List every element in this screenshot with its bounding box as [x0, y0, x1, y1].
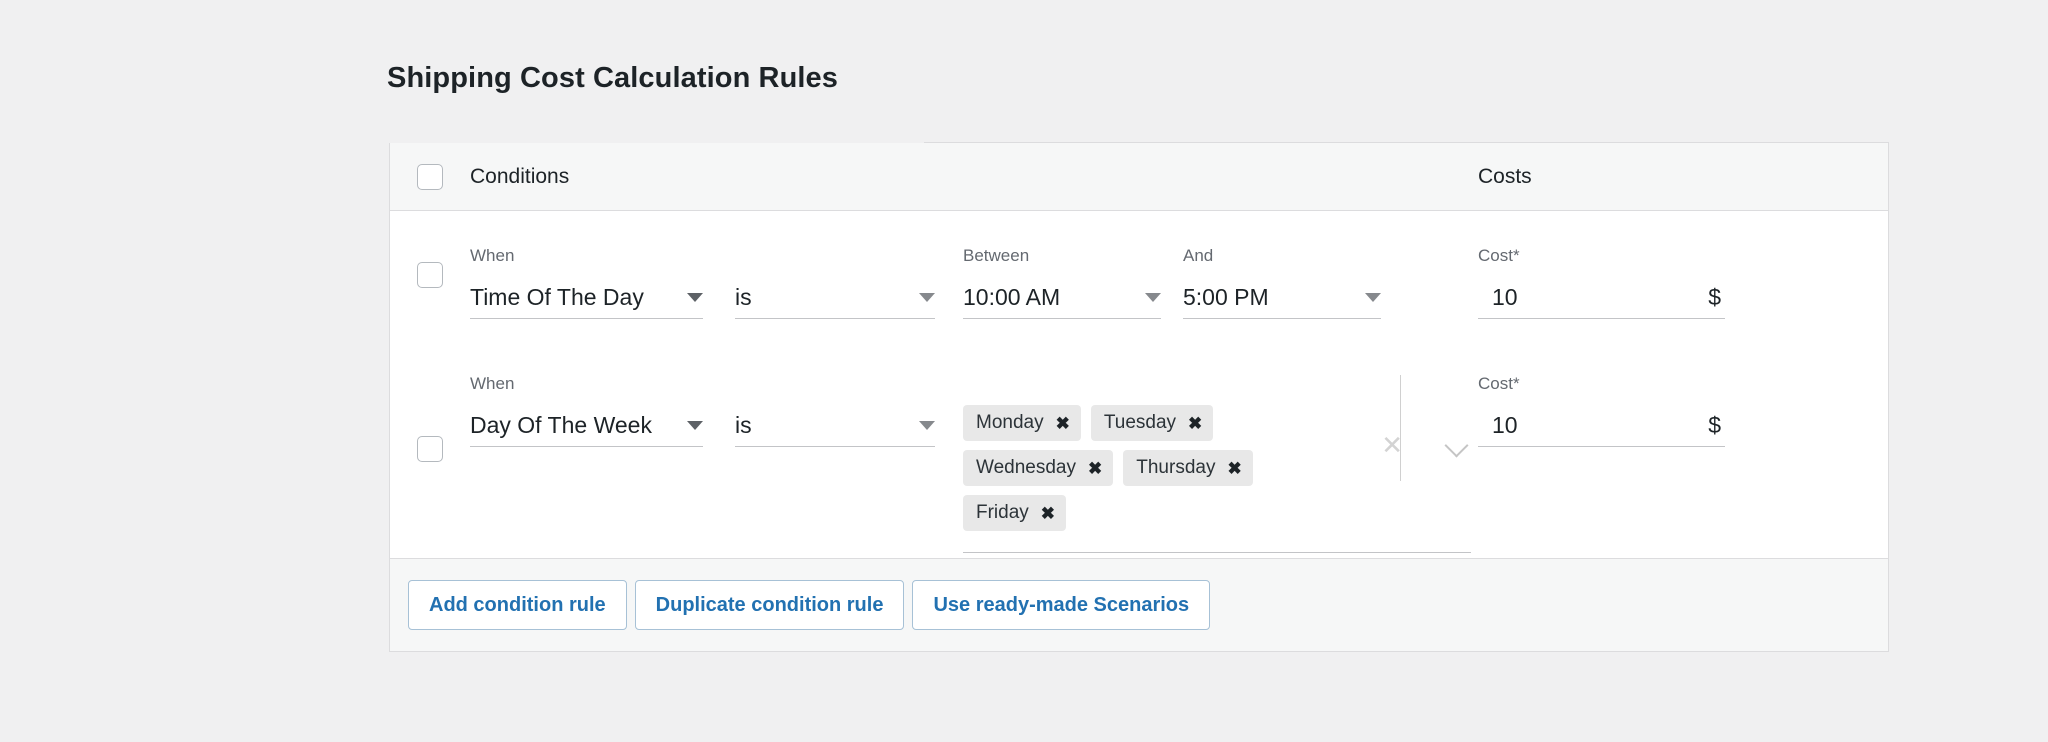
operator-label — [735, 375, 935, 392]
cost-label: Cost* — [1478, 247, 1725, 264]
chip-label: Thursday — [1136, 457, 1215, 479]
row-select-cell — [390, 211, 470, 339]
and-field: And 5:00 PM — [1183, 247, 1381, 319]
page-root: Shipping Cost Calculation Rules Conditio… — [0, 0, 2048, 742]
and-select[interactable]: 5:00 PM — [1183, 277, 1381, 319]
chip: Tuesday ✖ — [1091, 405, 1213, 441]
chip-remove-icon[interactable]: ✖ — [1088, 460, 1102, 477]
chip-remove-icon[interactable]: ✖ — [1188, 415, 1202, 432]
when-select[interactable]: Time Of The Day — [470, 277, 703, 319]
cost-input-wrapper: $ — [1478, 277, 1725, 319]
row-conditions: When Day Of The Week is — [470, 339, 1478, 558]
row-checkbox[interactable] — [417, 436, 443, 462]
between-field: Between 10:00 AM — [963, 247, 1161, 319]
select-all-checkbox[interactable] — [417, 164, 443, 190]
add-condition-rule-button[interactable]: Add condition rule — [408, 580, 627, 630]
currency-symbol: $ — [1708, 412, 1721, 439]
chip: Friday ✖ — [963, 495, 1066, 531]
rules-body: When Time Of The Day is — [390, 211, 1888, 558]
chip-remove-icon[interactable]: ✖ — [1041, 505, 1055, 522]
column-header-conditions: Conditions — [470, 165, 1478, 189]
chevron-down-icon — [919, 421, 935, 430]
chevron-down-icon — [919, 293, 935, 302]
actions-divider — [1400, 375, 1401, 481]
when-label: When — [470, 375, 703, 392]
chevron-down-icon — [1145, 293, 1161, 302]
use-ready-made-scenarios-button[interactable]: Use ready-made Scenarios — [912, 580, 1210, 630]
chip-label: Friday — [976, 502, 1029, 524]
operator-field: is — [735, 247, 935, 319]
chip-label: Wednesday — [976, 457, 1076, 479]
cost-label-text: Cost — [1478, 246, 1513, 265]
required-asterisk: * — [1513, 374, 1520, 393]
between-label: Between — [963, 247, 1161, 264]
table-header-row: Conditions Costs — [390, 143, 1888, 211]
when-label: When — [470, 247, 703, 264]
chip: Monday ✖ — [963, 405, 1081, 441]
when-select[interactable]: Day Of The Week — [470, 405, 703, 447]
chip-remove-icon[interactable]: ✖ — [1227, 460, 1241, 477]
cost-input-wrapper: $ — [1478, 405, 1725, 447]
days-multiselect-field: Monday ✖ Tuesday ✖ Wednesday ✖ Thursday ✖ Fr… — [963, 375, 1471, 553]
operator-select-value: is — [735, 286, 752, 309]
duplicate-condition-rule-button[interactable]: Duplicate condition rule — [635, 580, 905, 630]
cost-label: Cost* — [1478, 375, 1725, 392]
cost-label-text: Cost — [1478, 374, 1513, 393]
days-multiselect-label — [963, 375, 1471, 392]
chip: Thursday ✖ — [1123, 450, 1252, 486]
when-field: When Day Of The Week — [470, 375, 703, 447]
operator-select[interactable]: is — [735, 405, 935, 447]
card-footer: Add condition rule Duplicate condition r… — [390, 558, 1888, 651]
select-all-cell — [390, 164, 470, 190]
when-select-value: Day Of The Week — [470, 414, 652, 437]
when-field: When Time Of The Day — [470, 247, 703, 319]
and-label: And — [1183, 247, 1381, 264]
operator-select[interactable]: is — [735, 277, 935, 319]
currency-symbol: $ — [1708, 284, 1721, 311]
column-header-costs: Costs — [1478, 165, 1888, 189]
chip: Wednesday ✖ — [963, 450, 1113, 486]
chevron-down-icon — [687, 293, 703, 302]
cost-input[interactable] — [1492, 284, 1662, 311]
page-title: Shipping Cost Calculation Rules — [387, 62, 838, 95]
table-row: When Day Of The Week is — [390, 339, 1888, 558]
chevron-down-icon — [687, 421, 703, 430]
operator-label — [735, 247, 935, 264]
row-select-cell — [390, 339, 470, 558]
multiselect-actions: ✕ — [1373, 425, 1471, 465]
row-costs: Cost* $ — [1478, 339, 1888, 558]
chip-label: Monday — [976, 412, 1044, 434]
row-costs: Cost* $ — [1478, 211, 1888, 339]
and-select-value: 5:00 PM — [1183, 286, 1269, 309]
cost-input[interactable] — [1492, 412, 1662, 439]
chevron-down-icon[interactable] — [1445, 432, 1471, 458]
between-select[interactable]: 10:00 AM — [963, 277, 1161, 319]
operator-field: is — [735, 375, 935, 447]
chip-remove-icon[interactable]: ✖ — [1056, 415, 1070, 432]
chevron-down-icon — [1365, 293, 1381, 302]
required-asterisk: * — [1513, 246, 1520, 265]
table-row: When Time Of The Day is — [390, 211, 1888, 339]
row-conditions: When Time Of The Day is — [470, 211, 1478, 339]
between-select-value: 10:00 AM — [963, 286, 1060, 309]
rules-card: Conditions Costs When Time Of The Day — [389, 143, 1889, 652]
row-checkbox[interactable] — [417, 262, 443, 288]
when-select-value: Time Of The Day — [470, 286, 644, 309]
clear-all-icon[interactable]: ✕ — [1373, 432, 1411, 458]
chip-label: Tuesday — [1104, 412, 1176, 434]
cost-field: Cost* $ — [1478, 375, 1725, 447]
cost-field: Cost* $ — [1478, 247, 1725, 319]
operator-select-value: is — [735, 414, 752, 437]
